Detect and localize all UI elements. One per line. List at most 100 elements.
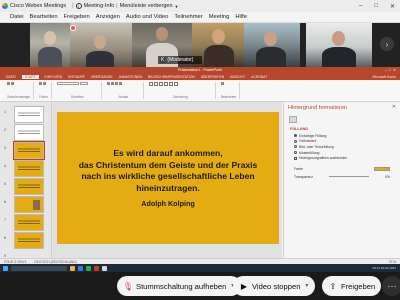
participant-video-strip: K (Moderator) ›: [0, 23, 400, 67]
menu-item-hilfe[interactable]: Hilfe: [232, 14, 250, 20]
ribbon-group-slides: Folien: [36, 82, 52, 99]
tab-ueberpruefen[interactable]: ÜBERPRÜFEN: [201, 75, 224, 79]
menu-bar: Datei Bearbeiten Freigeben Anzeigen Audi…: [0, 12, 400, 23]
video-camera-icon: ▶: [240, 281, 248, 291]
slide-thumbnail[interactable]: [14, 214, 44, 231]
unmute-button[interactable]: 🎙 Stummschaltung aufheben ▼: [117, 276, 242, 296]
menu-item-bearbeiten[interactable]: Bearbeiten: [27, 14, 61, 20]
transparency-value[interactable]: 0%: [385, 175, 390, 179]
webex-logo-icon: [2, 3, 8, 9]
minimize-icon[interactable]: –: [359, 3, 362, 10]
paste-icon: [7, 82, 10, 85]
info-icon[interactable]: i: [75, 3, 82, 9]
menu-item-anzeigen[interactable]: Anzeigen: [93, 14, 123, 20]
tab-bildschirmpraesentation[interactable]: BILDSCHIRMPRÄSENTATION: [148, 75, 195, 79]
search-icon: [220, 82, 224, 85]
tab-ansicht[interactable]: ANSICHT: [230, 75, 245, 79]
slide-thumbnail[interactable]: [14, 178, 44, 195]
menu-item-meeting[interactable]: Meeting: [206, 14, 233, 20]
find-button[interactable]: [220, 82, 236, 85]
menu-item-datei[interactable]: Datei: [0, 14, 27, 20]
menu-item-teilnehmer[interactable]: Teilnehmer: [171, 14, 205, 20]
font-controls[interactable]: [56, 82, 98, 85]
shared-screen: Präsentation1 - PowerPoint – □ ✕ DATEI S…: [0, 67, 400, 272]
chevron-down-icon: ▼: [174, 3, 179, 9]
app-taskbar-icon[interactable]: [102, 265, 107, 271]
current-slide[interactable]: Es wird darauf ankommen, das Christentum…: [57, 112, 279, 244]
fill-section-header[interactable]: FÜLLUNG: [284, 125, 400, 133]
account-name[interactable]: Microsoft Konto: [372, 75, 400, 79]
tab-entwurf[interactable]: ENTWURF: [68, 75, 85, 79]
shapes-gallery[interactable]: [148, 82, 212, 86]
microphone-off-icon: 🎙: [122, 281, 134, 291]
radio-icon: [294, 139, 297, 143]
window-controls: – □ ✕: [359, 3, 400, 10]
paragraph-controls[interactable]: [106, 82, 140, 85]
close-icon[interactable]: ✕: [392, 104, 396, 110]
new-slide-icon: [39, 82, 43, 85]
paint-bucket-icon[interactable]: [289, 116, 297, 123]
window-controls-icon[interactable]: – □ ✕: [385, 68, 396, 72]
tab-datei[interactable]: DATEI: [6, 75, 16, 79]
hide-menu-bar-button[interactable]: Menüleiste verbergen: [120, 3, 173, 9]
slide-thumbnail[interactable]: [14, 232, 44, 249]
windows-start-icon[interactable]: [3, 265, 8, 271]
meeting-info-button[interactable]: Meeting-Info: [84, 3, 115, 9]
browser-icon[interactable]: [78, 265, 83, 271]
slide-number: 2: [4, 128, 6, 132]
menu-item-freigeben[interactable]: Freigeben: [61, 14, 93, 20]
windows-taskbar: 09:13 20.01.2021: [0, 264, 400, 272]
radio-icon: [294, 134, 297, 138]
slide-number: 1: [4, 110, 6, 114]
color-picker[interactable]: [374, 166, 390, 171]
share-button[interactable]: ⇪ Freigeben: [322, 276, 382, 296]
chevron-down-icon[interactable]: ▼: [304, 283, 309, 289]
new-slide-button[interactable]: [39, 82, 48, 85]
ribbon-group-label: Bearbeiten: [220, 95, 237, 99]
tab-animationen[interactable]: ANIMATIONEN: [119, 75, 142, 79]
tab-acrobat[interactable]: ACROBAT: [251, 75, 267, 79]
slide-thumbnail[interactable]: [14, 106, 44, 123]
transparency-slider[interactable]: [329, 176, 369, 178]
share-label: Freigeben: [341, 281, 376, 291]
stop-video-label: Video stoppen: [252, 281, 301, 291]
tab-start[interactable]: START: [21, 74, 39, 79]
quote-line: nach ins wirkliche gesellschaftliche Leb…: [81, 171, 255, 181]
powerpoint-title-bar: Präsentation1 - PowerPoint – □ ✕: [0, 67, 400, 73]
menu-item-audio-video[interactable]: Audio und Video: [123, 14, 171, 20]
zoom-level[interactable]: 70 %: [389, 260, 400, 264]
chevron-right-icon[interactable]: ›: [380, 37, 394, 51]
slide-thumbnail[interactable]: [14, 160, 44, 177]
close-icon[interactable]: ✕: [390, 3, 395, 10]
hide-background-graphics-checkbox[interactable]: Hintergrundgrafiken ausblenden: [284, 155, 400, 161]
participant-name-label: K (Moderator): [158, 56, 202, 64]
participant-video-tile[interactable]: [30, 23, 70, 67]
webex-taskbar-icon[interactable]: [86, 265, 91, 271]
slide-editor: Es wird darauf ankommen, das Christentum…: [52, 102, 282, 258]
tab-einfuegen[interactable]: EINFÜGEN: [45, 75, 63, 79]
quote-line: Es wird darauf ankommen,: [113, 148, 223, 158]
more-options-button[interactable]: ⋯: [382, 276, 400, 296]
slide-author: Adolph Kolping: [141, 199, 195, 208]
taskbar-search[interactable]: [11, 265, 67, 271]
quote-line: das Christentum dem Geiste und der Praxi…: [78, 159, 258, 170]
stop-video-button[interactable]: ▶ Video stoppen ▼: [233, 276, 316, 296]
participant-video-tile[interactable]: [70, 23, 132, 67]
participant-video-tile[interactable]: [306, 23, 372, 67]
paste-button[interactable]: [7, 82, 30, 85]
slide-number: 4: [4, 164, 6, 168]
transparency-row: Transparenz 0%: [284, 173, 400, 181]
slide-thumbnail[interactable]: [14, 124, 44, 141]
explorer-icon[interactable]: [70, 265, 75, 271]
tab-uebergaenge[interactable]: ÜBERGÄNGE: [91, 75, 113, 79]
slide-thumbnail[interactable]: [14, 196, 44, 213]
participant-video-tile[interactable]: [244, 23, 300, 67]
slide-count: FOLIE 3 VON 9: [4, 259, 27, 264]
taskbar-clock: 09:13 20.01.2021: [372, 266, 396, 270]
powerpoint-taskbar-icon[interactable]: [94, 265, 99, 271]
maximize-icon[interactable]: □: [374, 3, 378, 10]
participant-initial: K: [160, 57, 166, 63]
ribbon-group-label: Zeichnung: [172, 95, 188, 99]
radio-icon: [294, 145, 297, 149]
slide-thumbnail-selected[interactable]: [13, 141, 45, 160]
